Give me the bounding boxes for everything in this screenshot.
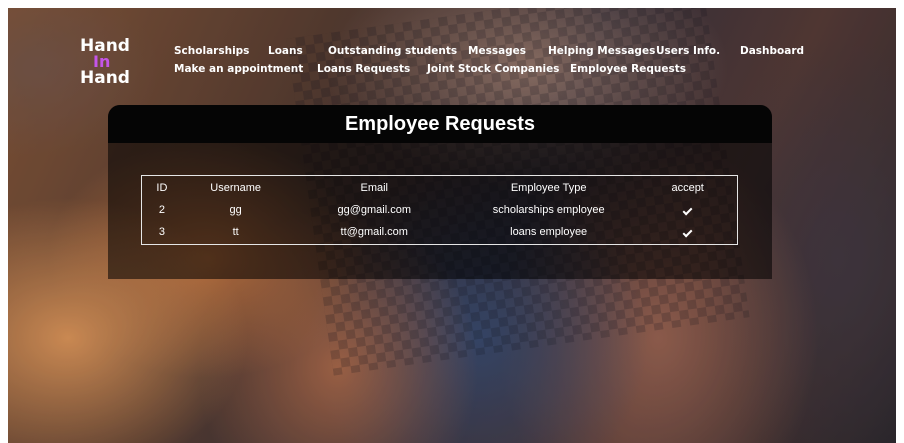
table-header-row: ID Username Email Employee Type accept (142, 176, 737, 198)
cell-accept (638, 198, 737, 220)
column-header-username: Username (210, 182, 262, 194)
nav-loans[interactable]: Loans (268, 45, 303, 57)
background-photo: Hand In Hand Scholarships Loans Outstand… (8, 8, 896, 443)
column-header-id: ID (156, 182, 168, 194)
logo-line-1: Hand (80, 36, 130, 56)
logo-line-3: Hand (80, 68, 130, 88)
cell-username: gg (229, 204, 242, 216)
requests-table-container: ID Username Email Employee Type accept 2… (141, 175, 738, 245)
cell-employee-type: scholarships employee (492, 204, 605, 216)
nav-employee-requests[interactable]: Employee Requests (570, 63, 686, 75)
table-row: 3 tt tt@gmail.com loans employee (142, 220, 737, 242)
nav-dashboard[interactable]: Dashboard (740, 45, 804, 57)
nav-row-2: Make an appointment Loans Requests Joint… (174, 63, 894, 89)
cell-id: 2 (158, 204, 165, 216)
cell-id: 3 (158, 226, 165, 238)
cell-employee-type: loans employee (510, 226, 588, 238)
column-header-email: Email (360, 182, 388, 194)
nav-scholarships[interactable]: Scholarships (174, 45, 249, 57)
nav-messages[interactable]: Messages (468, 45, 526, 57)
requests-table: ID Username Email Employee Type accept 2… (142, 176, 737, 242)
cell-email: gg@gmail.com (337, 204, 412, 216)
page-title: Employee Requests (344, 112, 536, 135)
column-header-employee-type: Employee Type (510, 182, 587, 194)
nav-make-appointment[interactable]: Make an appointment (174, 63, 303, 75)
cell-username: tt (232, 226, 239, 238)
nav-loans-requests[interactable]: Loans Requests (317, 63, 410, 75)
table-row: 2 gg gg@gmail.com scholarships employee (142, 198, 737, 220)
nav-outstanding-students[interactable]: Outstanding students (328, 45, 457, 57)
site-logo[interactable]: Hand In Hand (80, 36, 140, 88)
column-header-accept: accept (671, 182, 704, 194)
nav-helping-messages[interactable]: Helping Messages (548, 45, 655, 57)
panel-header: Employee Requests (108, 105, 772, 143)
cell-email: tt@gmail.com (340, 226, 408, 238)
check-icon[interactable] (682, 227, 693, 238)
main-nav: Scholarships Loans Outstanding students … (174, 45, 894, 89)
nav-joint-stock-companies[interactable]: Joint Stock Companies (427, 63, 559, 75)
employee-requests-panel: Employee Requests ID Username Email Empl… (108, 105, 772, 279)
check-icon[interactable] (682, 205, 693, 216)
cell-accept (638, 220, 737, 242)
nav-users-info[interactable]: Users Info. (656, 45, 720, 57)
